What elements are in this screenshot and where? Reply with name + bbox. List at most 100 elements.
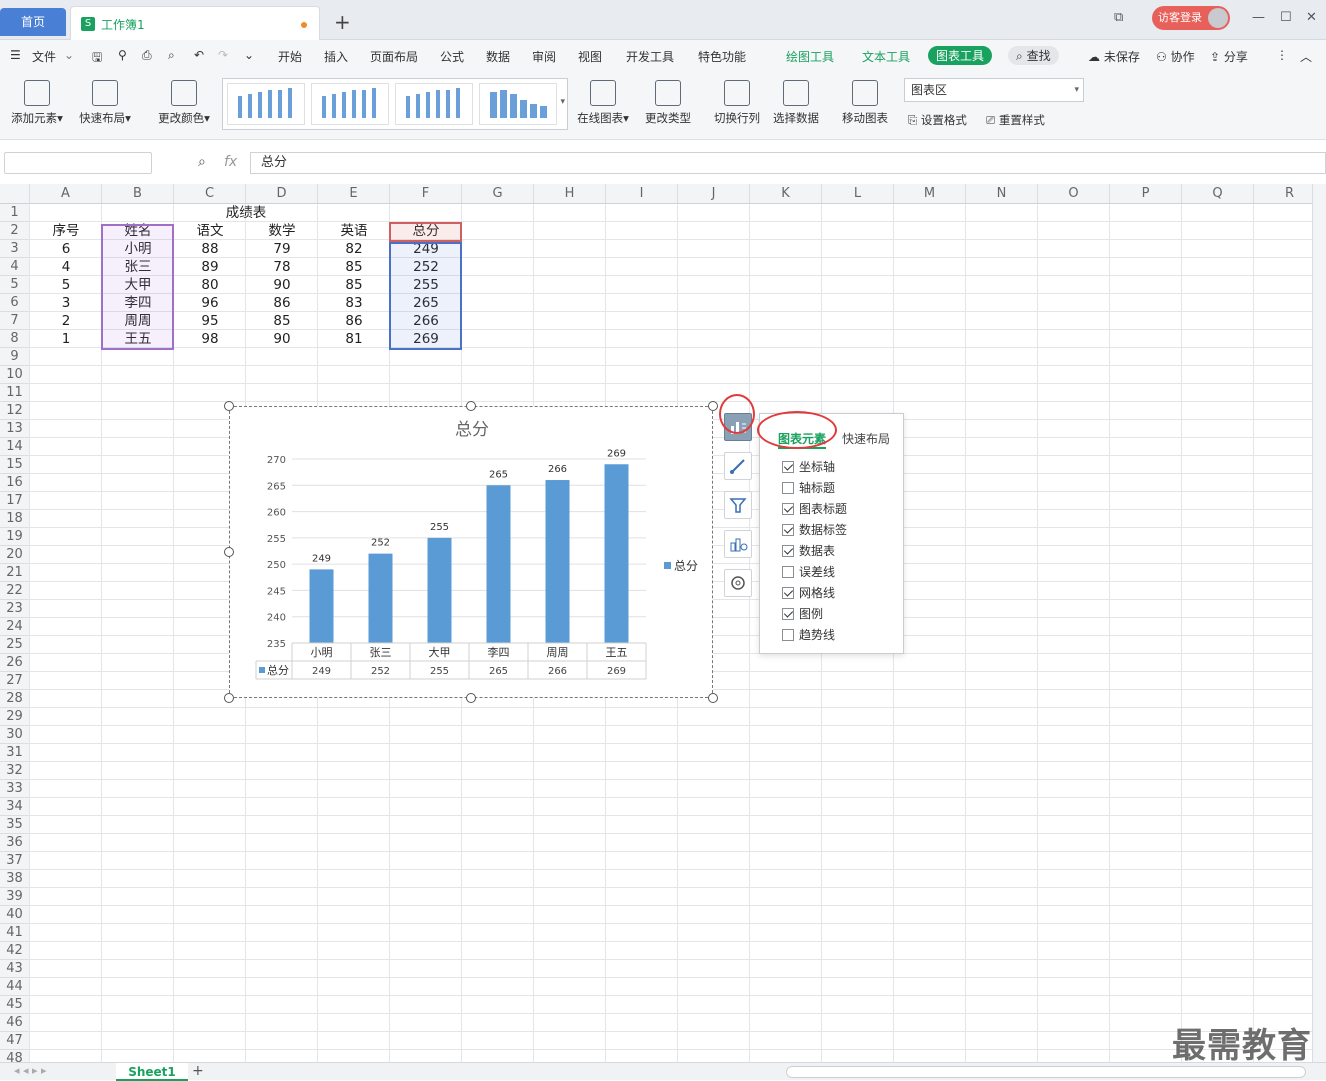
row-header[interactable]: 38 <box>0 870 30 888</box>
table-header-cell[interactable]: 序号 <box>30 222 102 240</box>
row-header[interactable]: 20 <box>0 546 30 564</box>
table-cell[interactable]: 86 <box>318 312 390 330</box>
row-header[interactable]: 40 <box>0 906 30 924</box>
checkbox[interactable] <box>782 503 794 515</box>
chart-element-option[interactable]: 轴标题 <box>782 479 835 496</box>
row-header[interactable]: 19 <box>0 528 30 546</box>
tab-quick-layout[interactable]: 快速布局 <box>842 430 890 447</box>
sheet-nav-icons[interactable]: ◂ ◂ ▸ ▸ <box>14 1064 47 1077</box>
row-header[interactable]: 18 <box>0 510 30 528</box>
name-box[interactable] <box>4 152 152 174</box>
column-header-h[interactable]: H <box>534 184 606 204</box>
switch-rowcol-button[interactable]: 切换行列 <box>711 80 763 126</box>
sheet-tab-sheet1[interactable]: Sheet1 <box>116 1063 188 1081</box>
chevron-down-icon[interactable]: ⌄ <box>64 48 74 62</box>
sheet-title[interactable]: 成绩表 <box>174 204 318 222</box>
print-preview-icon[interactable]: ⌕ <box>168 48 175 63</box>
new-tab-icon[interactable]: + <box>334 10 351 34</box>
row-header[interactable]: 12 <box>0 402 30 420</box>
row-header[interactable]: 45 <box>0 996 30 1014</box>
window-mode-icon[interactable]: ⧉ <box>1114 10 1123 25</box>
chart-style-button[interactable] <box>724 452 752 480</box>
row-header[interactable]: 5 <box>0 276 30 294</box>
resize-handle-w[interactable] <box>224 547 234 557</box>
row-header[interactable]: 6 <box>0 294 30 312</box>
row-header[interactable]: 42 <box>0 942 30 960</box>
table-header-cell[interactable]: 英语 <box>318 222 390 240</box>
chart-element-option[interactable]: 数据表 <box>782 542 835 559</box>
table-cell[interactable]: 86 <box>246 294 318 312</box>
chart-style-3[interactable] <box>395 83 473 125</box>
menu-features[interactable]: 特色功能 <box>698 48 746 65</box>
chart-element-option[interactable]: 趋势线 <box>782 626 835 643</box>
row-header[interactable]: 48 <box>0 1050 30 1062</box>
table-cell[interactable]: 95 <box>174 312 246 330</box>
menu-review[interactable]: 审阅 <box>532 48 556 65</box>
chart-element-option[interactable]: 数据标签 <box>782 521 847 538</box>
chart-element-option[interactable]: 图例 <box>782 605 823 622</box>
table-cell[interactable]: 90 <box>246 330 318 348</box>
share-button[interactable]: ⇪ 分享 <box>1210 48 1248 65</box>
row-header[interactable]: 21 <box>0 564 30 582</box>
reset-style-button[interactable]: ⎚ 重置样式 <box>986 112 1045 128</box>
column-header-e[interactable]: E <box>318 184 390 204</box>
row-header[interactable]: 33 <box>0 780 30 798</box>
row-header[interactable]: 43 <box>0 960 30 978</box>
format-painter-icon[interactable]: ⚲ <box>118 48 127 62</box>
column-header-m[interactable]: M <box>894 184 966 204</box>
row-header[interactable]: 26 <box>0 654 30 672</box>
row-header[interactable]: 23 <box>0 600 30 618</box>
menu-insert[interactable]: 插入 <box>324 48 348 65</box>
chart-element-option[interactable]: 图表标题 <box>782 500 847 517</box>
formula-input[interactable]: 总分 <box>250 152 1326 174</box>
table-cell[interactable]: 1 <box>30 330 102 348</box>
add-element-button[interactable]: 添加元素▾ <box>8 80 66 126</box>
column-header-r[interactable]: R <box>1254 184 1312 204</box>
row-header[interactable]: 37 <box>0 852 30 870</box>
row-header[interactable]: 4 <box>0 258 30 276</box>
close-icon[interactable]: ✕ <box>1306 10 1317 25</box>
table-cell[interactable]: 96 <box>174 294 246 312</box>
checkbox[interactable] <box>782 461 794 473</box>
print-icon[interactable]: ⎙ <box>142 48 152 63</box>
add-sheet-icon[interactable]: + <box>192 1063 204 1079</box>
column-header-g[interactable]: G <box>462 184 534 204</box>
row-header[interactable]: 9 <box>0 348 30 366</box>
menu-developer[interactable]: 开发工具 <box>626 48 674 65</box>
collaborate-button[interactable]: ⚇ 协作 <box>1156 48 1195 65</box>
chart-style-1[interactable] <box>227 83 305 125</box>
table-cell[interactable]: 2 <box>30 312 102 330</box>
row-header[interactable]: 7 <box>0 312 30 330</box>
minimize-icon[interactable]: — <box>1252 10 1265 25</box>
column-header-c[interactable]: C <box>174 184 246 204</box>
column-header-q[interactable]: Q <box>1182 184 1254 204</box>
menu-drawing-tools[interactable]: 绘图工具 <box>786 48 834 65</box>
table-cell[interactable]: 6 <box>30 240 102 258</box>
table-cell[interactable]: 85 <box>246 312 318 330</box>
table-cell[interactable]: 83 <box>318 294 390 312</box>
chart-style-2[interactable] <box>311 83 389 125</box>
menu-chart-tools[interactable]: 图表工具 <box>928 46 993 65</box>
column-header-i[interactable]: I <box>606 184 678 204</box>
chart-element-select[interactable]: 图表区 ▾ <box>904 78 1084 102</box>
table-cell[interactable]: 88 <box>174 240 246 258</box>
vertical-scrollbar[interactable] <box>1312 184 1326 1062</box>
search-button[interactable]: ⌕ 查找 <box>1008 46 1059 65</box>
checkbox[interactable] <box>782 566 794 578</box>
menu-view[interactable]: 视图 <box>578 48 602 65</box>
row-header[interactable]: 14 <box>0 438 30 456</box>
row-header[interactable]: 1 <box>0 204 30 222</box>
chart-element-option[interactable]: 网格线 <box>782 584 835 601</box>
unsaved-button[interactable]: ☁ 未保存 <box>1088 48 1140 65</box>
row-header[interactable]: 27 <box>0 672 30 690</box>
row-header[interactable]: 34 <box>0 798 30 816</box>
row-header[interactable]: 35 <box>0 816 30 834</box>
row-header[interactable]: 22 <box>0 582 30 600</box>
row-header[interactable]: 36 <box>0 834 30 852</box>
row-header[interactable]: 10 <box>0 366 30 384</box>
row-header[interactable]: 25 <box>0 636 30 654</box>
row-header[interactable]: 44 <box>0 978 30 996</box>
online-chart-button[interactable]: 在线图表▾ <box>574 80 632 126</box>
row-header[interactable]: 11 <box>0 384 30 402</box>
fx-icon[interactable]: fx <box>224 154 237 170</box>
